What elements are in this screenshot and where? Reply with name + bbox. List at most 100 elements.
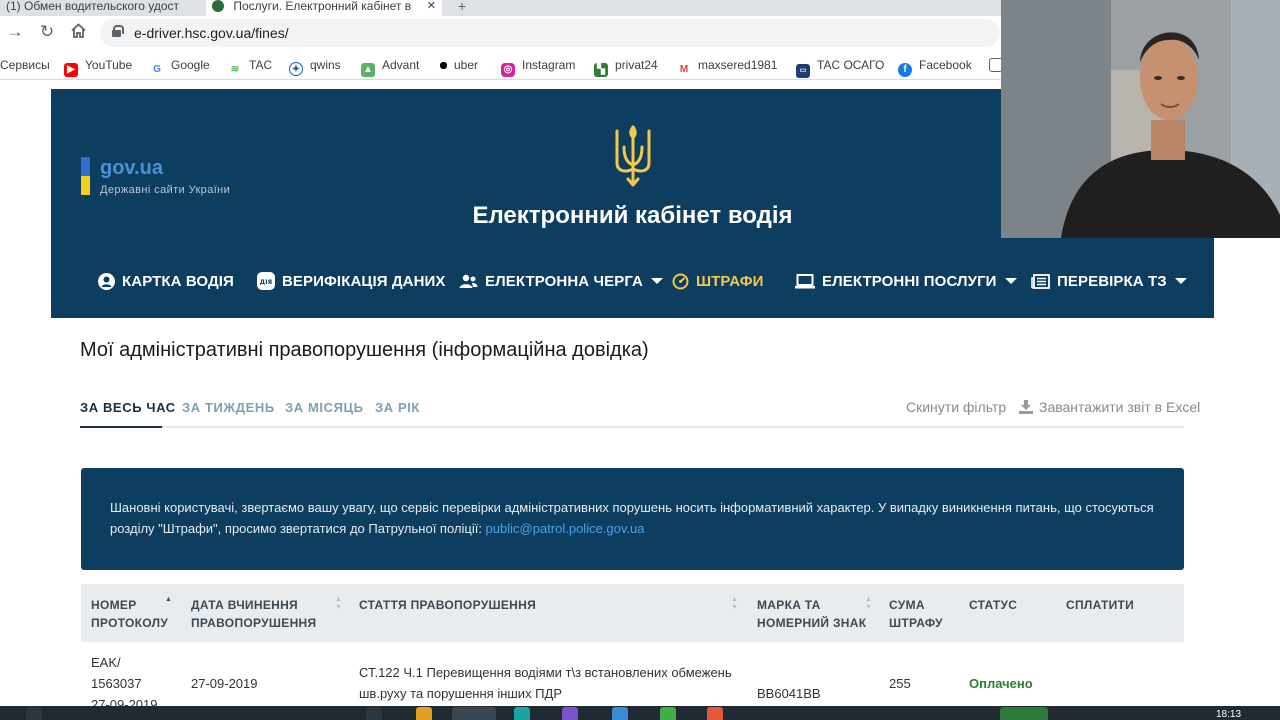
police-email-link[interactable]: public@patrol.police.gov.ua [486, 521, 645, 536]
bookmark-label: privat24 [615, 58, 658, 72]
download-excel-label: Завантажити звіт в Excel [1039, 399, 1201, 415]
system-clock: 18:13 [1216, 709, 1242, 720]
tab-year[interactable]: ЗА РІК [375, 400, 420, 415]
browser-tab[interactable]: (1) Обмен водительского удост [0, 0, 204, 16]
diia-icon: ДІЯ [257, 272, 275, 290]
file-explorer-icon[interactable] [416, 707, 432, 720]
nav-label: ЕЛЕКТРОННА ЧЕРГА [485, 272, 643, 290]
bookmark-tac-osago[interactable]: ▭ TAC ОСАГО [796, 58, 884, 78]
nav-electronic-queue[interactable]: ЕЛЕКТРОННА ЧЕРГА [459, 267, 663, 295]
people-icon [459, 274, 478, 289]
cell-line: EAK/ [91, 655, 121, 670]
header-fine-amount[interactable]: СУМА ШТРАФУ [889, 596, 943, 632]
header-protocol-number[interactable]: НОМЕР ПРОТОКОЛУ [91, 596, 168, 632]
task-view-icon[interactable] [366, 707, 382, 720]
bookmark-label: maxsered1981 [698, 58, 778, 72]
bookmark-label: uber [454, 58, 479, 72]
bookmark-label: TAC ОСАГО [817, 58, 885, 72]
bookmark-google[interactable]: G Google [150, 58, 210, 77]
download-icon [1019, 400, 1033, 414]
bookmark-youtube[interactable]: ▶ YouTube [64, 58, 132, 77]
os-taskbar: 18:13 [0, 706, 1280, 720]
new-tab-icon[interactable]: + [458, 0, 466, 14]
active-tab-underline [80, 426, 162, 428]
viber-icon[interactable] [562, 707, 578, 720]
header-vehicle[interactable]: МАРКА ТА НОМЕРНИЙ ЗНАК [757, 596, 866, 632]
sort-icon[interactable]: ▲ ▼ [731, 596, 738, 612]
bookmark-services[interactable]: Сервисы [0, 58, 50, 72]
ukraine-flag-icon [81, 157, 90, 195]
cell-fine-amount: 255 [889, 676, 911, 691]
presenter-video-image [1001, 0, 1280, 238]
sort-icon[interactable]: ▲ ▼ [335, 596, 342, 612]
reload-icon[interactable]: ↻ [36, 22, 58, 42]
tab-title: Послуги. Електронний кабінет в [233, 0, 412, 13]
period-filter-tabs: ЗА ВЕСЬ ЧАС ЗА ТИЖДЕНЬ ЗА МІСЯЦЬ ЗА РІК … [80, 396, 1200, 428]
url-text: e-driver.hsc.gov.ua/fines/ [134, 25, 289, 41]
home-icon[interactable] [67, 22, 89, 44]
nav-driver-card[interactable]: КАРТКА ВОДІЯ [98, 267, 234, 295]
cell-line: шв.руху та порушення інших ПДР [359, 686, 563, 701]
app-icon[interactable] [707, 707, 723, 720]
search-icon[interactable] [26, 707, 42, 720]
bookmark-label: YouTube [85, 58, 133, 72]
chrome-taskbar-icon[interactable] [452, 707, 496, 720]
header-article[interactable]: СТАТТЯ ПРАВОПОРУШЕННЯ [359, 596, 536, 614]
gmail-icon: M [677, 63, 691, 77]
sort-icon[interactable]: ▲ ▼ [865, 596, 872, 612]
bookmark-uber[interactable]: uber [440, 58, 478, 72]
wifi-icon: ≋ [228, 63, 242, 77]
back-arrow-icon[interactable]: → [4, 22, 26, 42]
bookmark-label: qwins [310, 58, 341, 72]
nav-vehicle-check[interactable]: ПЕРЕВІРКА ТЗ [1031, 267, 1187, 295]
header-line: ПРАВОПОРУШЕННЯ [191, 616, 317, 630]
cell-status: Оплачено [969, 676, 1033, 691]
bookmark-gmail[interactable]: Mmaxsered1981 [677, 58, 777, 77]
tac-osago-icon: ▭ [796, 64, 810, 78]
download-excel-button[interactable]: Завантажити звіт в Excel [1019, 399, 1200, 415]
reset-filter-button[interactable]: Скинути фільтр [906, 399, 1006, 415]
bookmark-privat24[interactable]: ▚ privat24 [594, 58, 658, 77]
bookmark-facebook[interactable]: f Facebook [898, 58, 972, 77]
sort-ascending-icon[interactable]: ▲ [165, 596, 172, 604]
laptop-icon [795, 273, 815, 289]
bookmark-label: Facebook [919, 58, 972, 72]
page-title: Мої адміністративні правопорушення (інфо… [80, 339, 649, 361]
tab-all-time[interactable]: ЗА ВЕСЬ ЧАС [80, 400, 176, 415]
app-icon[interactable] [612, 707, 628, 720]
browser-tab-active[interactable]: Послуги. Електронний кабінет в ✕ [206, 0, 442, 16]
cell-offense-date: 27-09-2019 [191, 676, 258, 691]
app-icon[interactable] [1000, 707, 1048, 720]
bookmark-label: TAC [249, 58, 273, 72]
cell-line: СТ.122 Ч.1 Перевищення водіями т\з встан… [359, 665, 732, 680]
nav-electronic-services[interactable]: ЕЛЕКТРОННІ ПОСЛУГИ [795, 267, 1017, 295]
nav-label: ВЕРИФІКАЦІЯ ДАНИХ [282, 272, 446, 290]
bookmark-instagram[interactable]: ◎ Instagram [501, 58, 575, 77]
app-icon[interactable] [660, 707, 676, 720]
speedometer-icon [672, 273, 689, 290]
header-pay: СПЛАТИТИ [1066, 596, 1134, 614]
cell-vehicle: BB6041BB [757, 686, 821, 701]
nav-data-verification[interactable]: ДІЯ ВЕРИФІКАЦІЯ ДАНИХ [257, 267, 446, 295]
bookmark-tac[interactable]: ≋ TAC [228, 58, 272, 77]
header-line: СПЛАТИТИ [1066, 598, 1135, 612]
newspaper-icon [1031, 273, 1050, 289]
address-bar[interactable]: e-driver.hsc.gov.ua/fines/ [100, 19, 1000, 47]
bookmark-label: Сервисы [0, 58, 50, 72]
header-offense-date[interactable]: ДАТА ВЧИНЕННЯ ПРАВОПОРУШЕННЯ [191, 596, 316, 632]
app-icon[interactable] [514, 707, 530, 720]
close-tab-icon[interactable]: ✕ [427, 0, 436, 12]
header-status[interactable]: СТАТУС [969, 596, 1017, 614]
tab-month[interactable]: ЗА МІСЯЦЬ [285, 400, 364, 415]
bookmark-label: Google [171, 58, 210, 72]
nav-fines[interactable]: ШТРАФИ [672, 267, 764, 295]
bookmark-qwins[interactable]: ✦ qwins [289, 58, 341, 76]
uber-icon [440, 62, 447, 69]
tab-week[interactable]: ЗА ТИЖДЕНЬ [182, 400, 275, 415]
nav-label: ПЕРЕВІРКА ТЗ [1057, 272, 1167, 290]
bookmark-advant[interactable]: ▲ Advant [361, 58, 419, 77]
trident-icon [615, 125, 651, 187]
gov-ua-name: gov.ua [100, 157, 163, 179]
nav-label: КАРТКА ВОДІЯ [122, 272, 234, 290]
user-circle-icon [98, 272, 115, 290]
